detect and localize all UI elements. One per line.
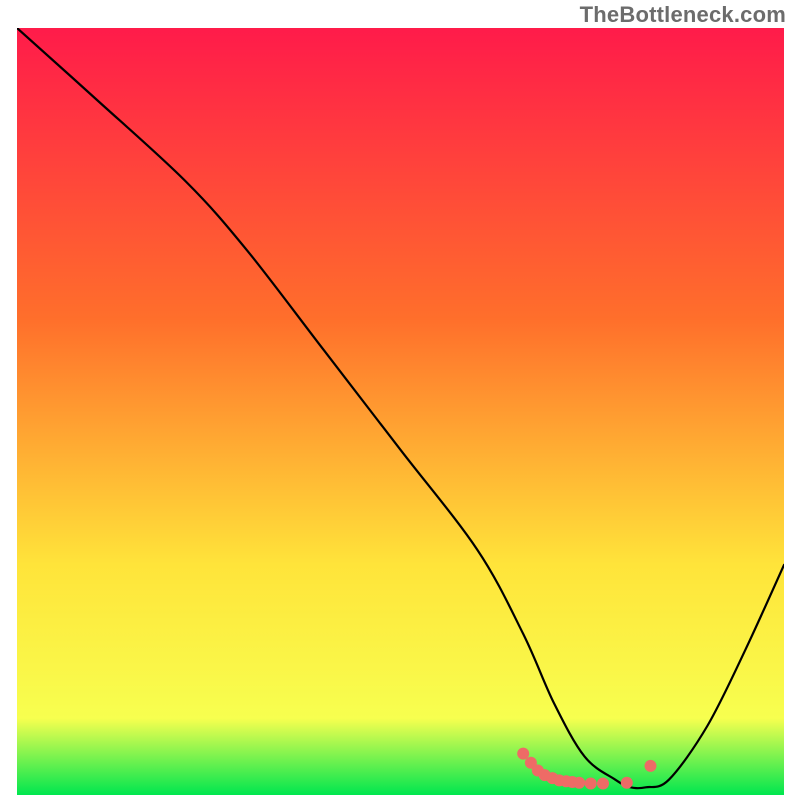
data-marker [573,777,585,789]
attribution-text: TheBottleneck.com [580,2,786,28]
bottleneck-chart [17,28,784,795]
gradient-background [17,28,784,795]
data-marker [585,778,597,790]
data-marker [645,760,657,772]
data-marker [621,777,633,789]
data-marker [597,778,609,790]
data-marker [517,748,529,760]
chart-area [17,28,784,795]
